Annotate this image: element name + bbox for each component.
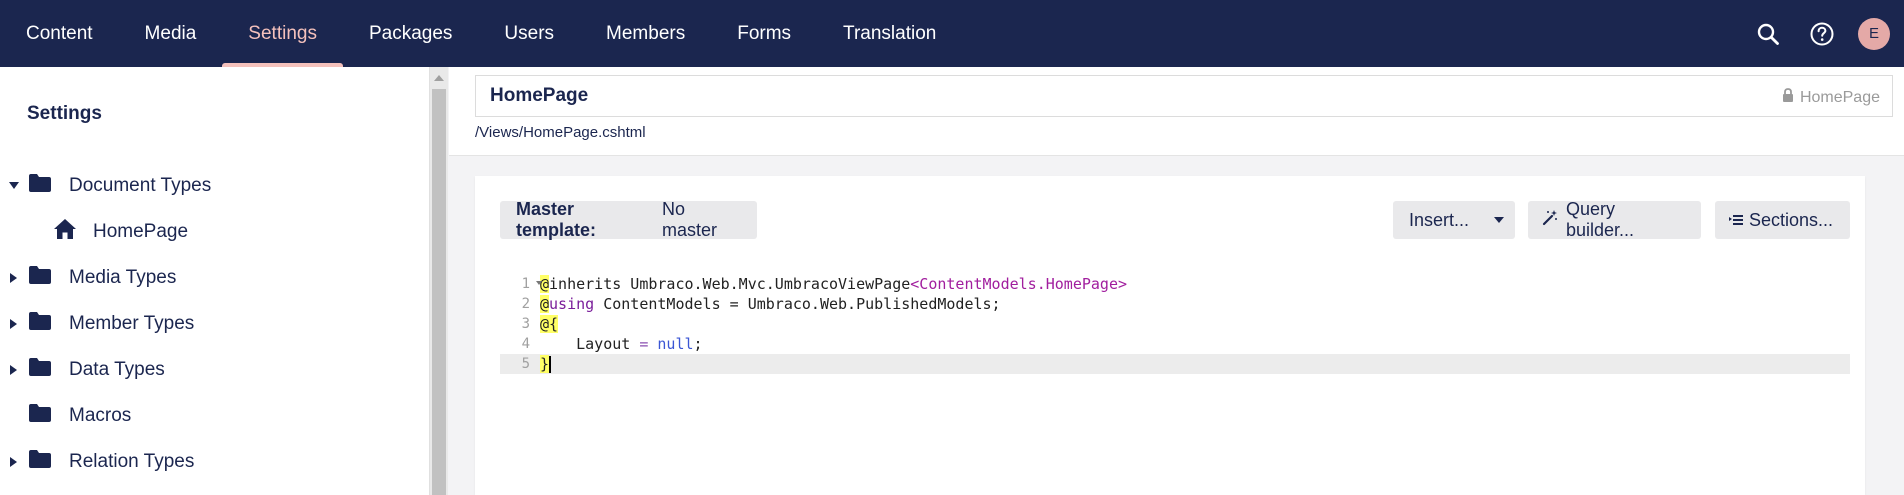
scroll-up-icon[interactable] bbox=[434, 75, 444, 81]
template-name-value: HomePage bbox=[490, 85, 589, 106]
code-text: @{ bbox=[540, 315, 559, 333]
code-text: @inherits Umbraco.Web.Mvc.UmbracoViewPag… bbox=[540, 275, 1128, 293]
code-line-active[interactable]: 5 } bbox=[500, 354, 1850, 374]
tree-item-label: Member Types bbox=[69, 313, 195, 334]
template-editor-panel: Master template: No master Insert... Que… bbox=[475, 176, 1865, 495]
scrollbar-thumb[interactable] bbox=[432, 89, 446, 495]
nav-media[interactable]: Media bbox=[119, 0, 223, 67]
nav-forms[interactable]: Forms bbox=[711, 0, 817, 67]
line-number: 2 bbox=[521, 296, 530, 312]
tree-item-label: Document Types bbox=[69, 175, 212, 196]
fold-arrow-icon[interactable] bbox=[536, 281, 542, 285]
caret-down-icon[interactable] bbox=[9, 181, 19, 191]
code-line[interactable]: 3 @{ bbox=[500, 314, 1850, 334]
template-name-input[interactable]: HomePage bbox=[475, 75, 1893, 117]
query-builder-button[interactable]: Query builder... bbox=[1528, 199, 1701, 240]
query-builder-label: Query builder... bbox=[1566, 199, 1635, 240]
sidebar: Settings Document Types HomePage Media T… bbox=[0, 67, 430, 495]
nav-members[interactable]: Members bbox=[580, 0, 711, 67]
tree-item-macros[interactable]: Macros bbox=[0, 393, 428, 439]
insert-button[interactable]: Insert... bbox=[1393, 201, 1515, 239]
user-avatar[interactable]: E bbox=[1858, 17, 1890, 50]
template-alias[interactable]: HomePage bbox=[1782, 88, 1880, 107]
top-tools: E bbox=[1750, 0, 1904, 67]
line-number: 1 bbox=[500, 274, 542, 294]
master-template-button[interactable]: Master template: No master bbox=[500, 199, 757, 240]
section-nav: Content Media Settings Packages Users Me… bbox=[0, 0, 962, 67]
alias-value: HomePage bbox=[1799, 88, 1880, 106]
template-path: /Views/HomePage.cshtml bbox=[475, 124, 646, 141]
tree-item-label: Media Types bbox=[69, 267, 177, 288]
help-icon[interactable] bbox=[1804, 16, 1840, 52]
insert-label: Insert... bbox=[1409, 209, 1470, 230]
tree-item-label: Data Types bbox=[69, 359, 165, 380]
tree-item-homepage[interactable]: HomePage bbox=[0, 209, 428, 255]
sidebar-scrollbar[interactable] bbox=[430, 67, 448, 495]
code-text: @using ContentModels = Umbraco.Web.Publi… bbox=[540, 295, 1001, 313]
code-text: } bbox=[540, 355, 552, 373]
caret-right-icon[interactable] bbox=[9, 457, 19, 467]
code-editor[interactable]: 1 @inherits Umbraco.Web.Mvc.UmbracoViewP… bbox=[500, 274, 1850, 374]
tree-item-data-types[interactable]: Data Types bbox=[0, 347, 428, 393]
tree-item-member-types[interactable]: Member Types bbox=[0, 301, 428, 347]
folder-icon bbox=[29, 450, 51, 474]
nav-settings[interactable]: Settings bbox=[222, 0, 343, 67]
search-icon[interactable] bbox=[1750, 16, 1786, 52]
sections-label: Sections... bbox=[1749, 209, 1834, 230]
magic-wand-icon bbox=[1542, 209, 1558, 231]
caret-right-icon[interactable] bbox=[9, 319, 19, 329]
tree-item-media-types[interactable]: Media Types bbox=[0, 255, 428, 301]
nav-users[interactable]: Users bbox=[478, 0, 580, 67]
nav-packages[interactable]: Packages bbox=[343, 0, 478, 67]
tree-item-label: Macros bbox=[69, 405, 132, 426]
settings-tree: Document Types HomePage Media Types Memb… bbox=[0, 163, 428, 485]
nav-translation[interactable]: Translation bbox=[817, 0, 962, 67]
folder-icon bbox=[29, 266, 51, 290]
code-line[interactable]: 1 @inherits Umbraco.Web.Mvc.UmbracoViewP… bbox=[500, 274, 1850, 294]
line-number: 3 bbox=[521, 316, 530, 332]
code-line[interactable]: 4 Layout = null; bbox=[500, 334, 1850, 354]
text-cursor bbox=[549, 356, 552, 373]
editor-header: HomePage HomePage /Views/HomePage.cshtml bbox=[449, 67, 1904, 156]
folder-icon bbox=[29, 174, 51, 198]
tree-item-label: HomePage bbox=[93, 221, 189, 242]
tree-item-document-types[interactable]: Document Types bbox=[0, 163, 428, 209]
line-number: 5 bbox=[521, 356, 530, 372]
folder-icon bbox=[29, 358, 51, 382]
line-number: 4 bbox=[521, 336, 530, 352]
caret-right-icon[interactable] bbox=[9, 273, 19, 283]
caret-right-icon[interactable] bbox=[9, 365, 19, 375]
sidebar-title: Settings bbox=[27, 103, 102, 124]
master-template-value: No master bbox=[662, 199, 718, 240]
nav-content[interactable]: Content bbox=[0, 0, 119, 67]
folder-icon bbox=[29, 404, 51, 428]
home-icon bbox=[54, 219, 76, 245]
lock-icon[interactable] bbox=[1782, 88, 1794, 107]
list-icon bbox=[1729, 210, 1743, 231]
folder-icon bbox=[29, 312, 51, 336]
tree-item-relation-types[interactable]: Relation Types bbox=[0, 439, 428, 485]
sections-button[interactable]: Sections... bbox=[1715, 201, 1850, 239]
master-template-label: Master template: bbox=[516, 199, 597, 240]
top-navigation-bar: Content Media Settings Packages Users Me… bbox=[0, 0, 1904, 67]
code-text: Layout = null; bbox=[540, 335, 703, 353]
tree-item-label: Relation Types bbox=[69, 451, 195, 472]
code-line[interactable]: 2 @using ContentModels = Umbraco.Web.Pub… bbox=[500, 294, 1850, 314]
caret-down-icon[interactable] bbox=[1483, 217, 1515, 223]
